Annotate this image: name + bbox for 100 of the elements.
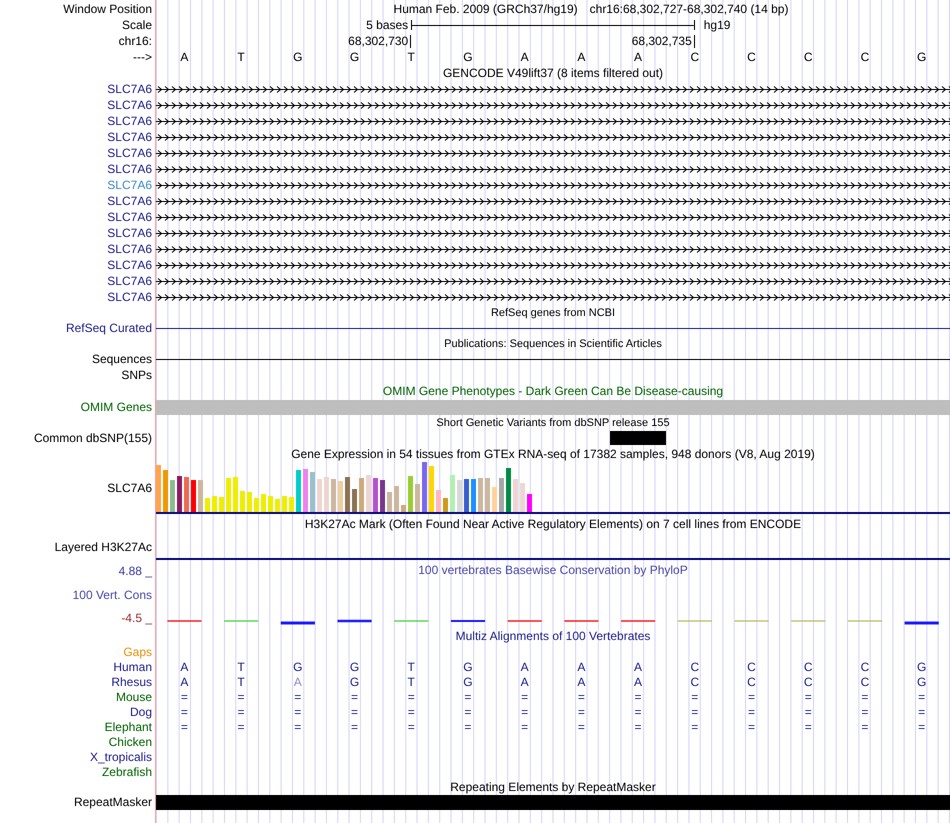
alignment-base: = <box>690 720 700 734</box>
expression-bar <box>282 496 287 512</box>
ruler-tick: 68,302,735 <box>632 35 695 48</box>
gene-label[interactable]: SLC7A6 <box>107 114 152 128</box>
expression-bar <box>394 486 399 512</box>
base-letter: G <box>916 50 928 64</box>
expression-bar <box>408 476 413 512</box>
expression-bar <box>170 480 175 512</box>
base-letter: C <box>689 50 700 64</box>
expression-bar <box>303 469 308 512</box>
expression-bar <box>345 477 350 512</box>
expression-bar <box>499 478 504 512</box>
alignment-base: = <box>860 704 870 718</box>
species-label[interactable]: Human <box>113 660 152 674</box>
expression-bar <box>450 475 455 512</box>
gene-label[interactable]: SLC7A6 <box>107 210 152 224</box>
track-title: Short Genetic Variants from dbSNP release 155 <box>435 416 671 428</box>
scale-assembly: hg19 <box>702 18 732 32</box>
track-label[interactable]: SLC7A6 <box>107 481 152 495</box>
alignment-base: = <box>463 704 472 718</box>
gene-label[interactable]: SLC7A6 <box>107 226 152 240</box>
alignment-base: = <box>804 704 813 718</box>
base-letter: C <box>802 50 814 64</box>
expression-bar <box>443 498 448 512</box>
expression-bar <box>352 489 357 512</box>
gene-label[interactable]: SLC7A6 <box>107 194 152 208</box>
expression-bar <box>226 478 231 512</box>
gene-label[interactable]: SLC7A6 <box>107 242 152 256</box>
base-letter: A <box>179 50 190 64</box>
alignment-base: G <box>462 674 474 688</box>
track-title: RefSeq genes from NCBI <box>490 306 616 318</box>
alignment-base: = <box>804 720 813 734</box>
expression-bar <box>506 468 511 512</box>
track-label[interactable]: Sequences <box>92 352 152 366</box>
alignment-base: G <box>348 674 360 688</box>
alignment-base: G <box>292 660 304 674</box>
species-label[interactable]: Elephant <box>104 720 152 734</box>
base-letter: G <box>292 50 304 64</box>
base-letter: A <box>520 50 530 64</box>
alignment-base: C <box>802 674 814 688</box>
species-label[interactable]: Zebrafish <box>102 764 152 778</box>
expression-bar <box>422 462 427 512</box>
alignment-base: = <box>576 720 586 734</box>
expression-bar <box>212 496 217 512</box>
alignment-base: = <box>180 720 189 734</box>
expression-bar <box>338 481 343 512</box>
gene-label[interactable]: SLC7A6 <box>107 130 152 144</box>
track-title: OMIM Gene Phenotypes - Dark Green Can Be Disease-causing <box>382 384 724 398</box>
gene-label[interactable]: SLC7A6 <box>107 82 152 96</box>
track-label[interactable]: RepeatMasker <box>74 795 152 809</box>
track-label[interactable]: OMIM Genes <box>80 400 152 414</box>
alignment-base: = <box>746 720 756 734</box>
row-label: Window Position <box>63 2 152 16</box>
alignment-base: = <box>634 690 643 704</box>
row-label: Scale <box>122 18 152 32</box>
species-label[interactable]: Mouse <box>116 690 152 704</box>
alignment-base: = <box>690 690 700 704</box>
alignment-base: = <box>406 704 416 718</box>
alignment-base: = <box>634 704 643 718</box>
alignment-base: = <box>746 690 756 704</box>
track-label[interactable]: Common dbSNP(155) <box>34 431 152 445</box>
expression-bar <box>513 479 518 512</box>
gene-label[interactable]: SLC7A6 <box>107 146 152 160</box>
expression-bar <box>191 480 196 512</box>
species-label[interactable]: Rhesus <box>111 674 152 688</box>
expression-bar <box>317 479 322 512</box>
alignment-base: = <box>180 704 189 718</box>
alignment-base: = <box>463 720 472 734</box>
track-label[interactable]: RefSeq Curated <box>66 321 152 335</box>
alignment-base: = <box>917 704 926 718</box>
alignment-base: A <box>633 660 644 674</box>
gene-label[interactable]: SLC7A6 <box>107 98 152 112</box>
base-letter: A <box>576 50 586 64</box>
expression-bar <box>527 494 532 512</box>
gene-label[interactable]: SLC7A6 <box>107 178 152 192</box>
alignment-base: G <box>916 660 928 674</box>
row-label: ---> <box>133 50 152 64</box>
alignment-base: = <box>576 690 586 704</box>
track-label[interactable]: 100 Vert. Cons <box>72 588 152 602</box>
track-label[interactable]: Layered H3K27Ac <box>54 540 152 554</box>
track-title: GENCODE V49lift37 (8 items filtered out) <box>442 66 664 80</box>
expression-bar <box>436 490 441 512</box>
track-title: Multiz Alignments of 100 Vertebrates <box>454 628 652 642</box>
gene-label[interactable]: SLC7A6 <box>107 274 152 288</box>
alignment-base: = <box>520 720 530 734</box>
alignment-base: = <box>406 690 416 704</box>
alignment-base: = <box>463 690 472 704</box>
species-label[interactable]: Dog <box>130 704 152 718</box>
alignment-base: = <box>860 690 870 704</box>
species-label[interactable]: X_tropicalis <box>90 750 152 764</box>
expression-bar <box>415 484 420 512</box>
gene-label[interactable]: SLC7A6 <box>107 258 152 272</box>
alignment-base: = <box>520 690 530 704</box>
gene-label[interactable]: SLC7A6 <box>107 162 152 176</box>
expression-bar <box>268 496 273 512</box>
alignment-base: T <box>406 660 416 674</box>
track-label[interactable]: SNPs <box>121 368 152 382</box>
species-label[interactable]: Chicken <box>108 734 152 748</box>
track-title: H3K27Ac Mark (Often Found Near Active Regulatory Elements) on 7 cell lines from ENCODE <box>304 516 802 530</box>
gene-label[interactable]: SLC7A6 <box>107 290 152 304</box>
